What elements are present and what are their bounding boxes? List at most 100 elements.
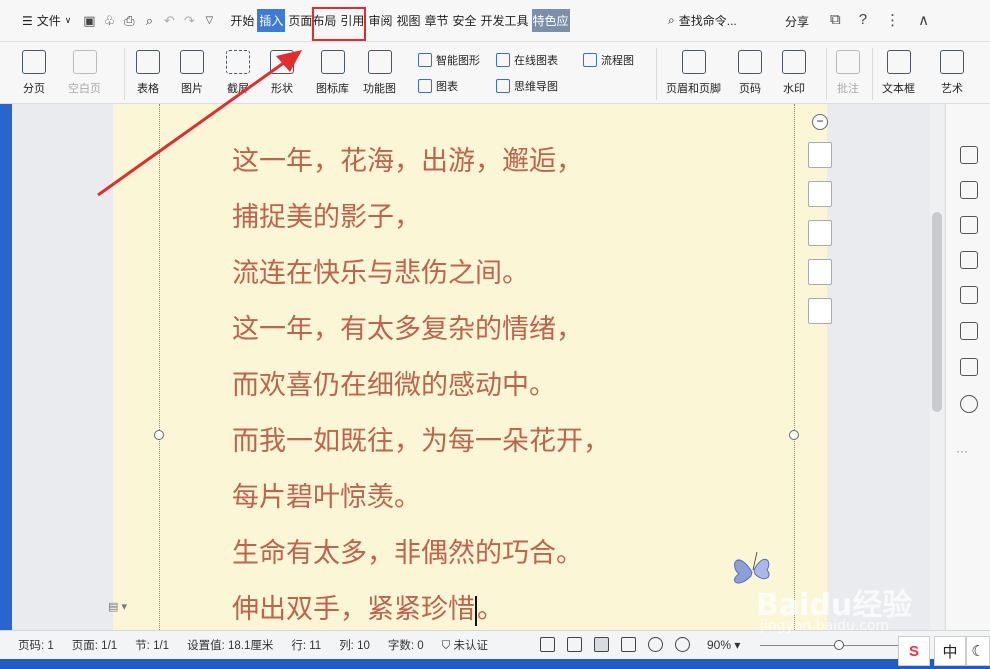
flowchart-label: 流程图 xyxy=(601,55,634,67)
style-icon[interactable] xyxy=(960,216,978,234)
shape-button[interactable]: 形状 xyxy=(270,50,294,96)
page-nav-icon[interactable]: ▤ ▾ xyxy=(108,600,127,613)
search-label: 查找命令... xyxy=(678,14,737,28)
ime-language[interactable]: 中 xyxy=(934,636,966,666)
tab-review[interactable]: 审阅 xyxy=(367,9,393,32)
shield-icon[interactable] xyxy=(960,358,978,376)
poem-line: 而我一如既往，为每一朵花开， xyxy=(232,426,610,457)
status-bar: 页码: 1 页面: 1/1 节: 1/1 设置值: 18.1厘米 行: 11 列… xyxy=(0,630,990,659)
page-number-button[interactable]: 页码 xyxy=(738,50,762,96)
tab-home[interactable]: 开始 xyxy=(229,9,255,32)
comment-button[interactable]: 批注 xyxy=(836,50,860,96)
help-circle-icon[interactable] xyxy=(960,395,978,413)
properties-icon[interactable] xyxy=(960,251,978,269)
poem-line: 这一年，花海，出游，邂逅， xyxy=(232,146,583,177)
zoom-level[interactable]: 90% ▾ xyxy=(707,638,740,652)
picture-button[interactable]: 图片 xyxy=(180,50,204,96)
icon-library-label: 图标库 xyxy=(316,83,349,95)
document-page[interactable]: 这一年，花海，出游，邂逅， 捕捉美的影子， 流连在快乐与悲伤之间。 这一年，有太… xyxy=(113,104,827,630)
status-word-count[interactable]: 字数: 0 xyxy=(388,637,424,653)
flowchart-button[interactable]: 流程图 xyxy=(583,52,634,68)
text-format-icon[interactable] xyxy=(808,142,832,168)
more-icon[interactable]: ··· xyxy=(956,444,968,458)
cloud-sync-icon[interactable]: ⧉ xyxy=(830,11,841,29)
shape-icon xyxy=(270,50,294,74)
layout-icon[interactable] xyxy=(808,298,832,324)
chart-button[interactable]: 图表 xyxy=(418,78,458,94)
scrollbar-thumb[interactable] xyxy=(932,212,942,412)
status-row: 行: 11 xyxy=(291,640,322,652)
edit-icon[interactable] xyxy=(960,146,978,164)
file-menu[interactable]: ☰ 文件 ∨ xyxy=(0,0,79,42)
view-mode-icons xyxy=(540,637,690,652)
format-painter-icon[interactable]: ♧ xyxy=(99,11,119,31)
zoom-value: 90% xyxy=(707,638,732,652)
eye-protection-icon[interactable] xyxy=(675,637,690,652)
tab-chapter[interactable]: 章节 xyxy=(423,9,449,32)
undo-icon[interactable]: ↶ xyxy=(159,11,179,31)
share-button[interactable]: 分享 xyxy=(785,13,809,30)
poem-line: 每片碧叶惊羡。 xyxy=(232,482,421,513)
function-chart-icon xyxy=(367,50,392,74)
icon-library-button[interactable]: 图标库 xyxy=(316,50,349,96)
mind-map-label: 思维导图 xyxy=(514,81,558,93)
divider xyxy=(872,48,873,100)
online-chart-button[interactable]: 在线图表 xyxy=(496,52,558,68)
insert-ribbon: 分页 空白页 表格 图片 截屏 形状 图标库 功能图 智能图形 在线图表 流程图… xyxy=(0,42,990,104)
smart-shape-button[interactable]: 智能图形 xyxy=(418,52,480,68)
watermark-label: 水印 xyxy=(783,83,805,95)
function-chart-button[interactable]: 功能图 xyxy=(363,50,396,96)
poem-line: 而欢喜仍在细微的感动中。 xyxy=(232,370,556,401)
tab-view[interactable]: 视图 xyxy=(395,9,421,32)
resize-handle-left[interactable] xyxy=(154,430,164,440)
sogou-ime-icon[interactable]: S xyxy=(898,636,930,666)
blank-page-button[interactable]: 空白页 xyxy=(68,50,101,96)
select-pointer-icon[interactable] xyxy=(960,181,978,199)
more-quick-access-icon[interactable]: ▽ xyxy=(199,11,219,31)
art-text-button[interactable]: 艺术 xyxy=(940,50,964,96)
right-side-panel: ··· xyxy=(945,104,990,630)
outline-view-icon[interactable] xyxy=(621,637,636,652)
online-chart-icon xyxy=(496,53,510,67)
tab-developer[interactable]: 开发工具 xyxy=(480,9,530,32)
left-window-edge xyxy=(0,104,12,630)
command-search[interactable]: ⌕ 查找命令... xyxy=(668,12,737,29)
fullscreen-icon[interactable] xyxy=(540,637,555,652)
brush-icon[interactable] xyxy=(808,181,832,207)
save-icon[interactable]: ▣ xyxy=(79,11,99,31)
left-margin-guide xyxy=(159,104,160,630)
web-view-icon[interactable] xyxy=(648,637,663,652)
zoom-slider-knob[interactable] xyxy=(834,640,844,650)
fill-color-icon[interactable] xyxy=(808,220,832,246)
resize-handle-right[interactable] xyxy=(789,430,799,440)
screenshot-button[interactable]: 截屏 xyxy=(226,50,250,96)
redo-icon[interactable]: ↷ xyxy=(179,11,199,31)
header-footer-button[interactable]: 页眉和页脚 xyxy=(666,50,721,96)
mind-map-button[interactable]: 思维导图 xyxy=(496,78,558,94)
table-button[interactable]: 表格 xyxy=(136,50,160,96)
print-preview-icon[interactable]: ⌕ xyxy=(139,11,159,31)
chevron-down-icon: ∨ xyxy=(64,15,72,25)
vertical-scrollbar[interactable] xyxy=(930,104,944,630)
flowchart-icon xyxy=(583,53,597,67)
tab-insert[interactable]: 插入 xyxy=(257,9,286,32)
poem-text[interactable]: 这一年，花海，出游，邂逅， 捕捉美的影子， 流连在快乐与悲伤之间。 这一年，有太… xyxy=(232,134,610,630)
status-auth[interactable]: ⛉ 未认证 xyxy=(442,637,488,653)
more-options-icon[interactable]: ⋮ xyxy=(885,11,900,29)
border-icon[interactable] xyxy=(808,259,832,285)
reading-mode-icon[interactable] xyxy=(567,637,582,652)
page-break-button[interactable]: 分页 xyxy=(22,50,46,96)
print-icon[interactable]: ⎙ xyxy=(119,11,139,31)
moon-icon[interactable]: ☾ xyxy=(966,636,990,666)
zoom-out-icon[interactable]: − xyxy=(812,114,828,130)
collapse-ribbon-icon[interactable]: ∧ xyxy=(918,11,929,29)
help-icon[interactable]: ? xyxy=(859,11,867,29)
tab-special-apps[interactable]: 特色应 xyxy=(531,9,570,32)
text-box-button[interactable]: 文本框 xyxy=(882,50,915,96)
image-icon[interactable] xyxy=(960,322,978,340)
page-view-icon[interactable] xyxy=(594,637,609,652)
tab-security[interactable]: 安全 xyxy=(451,9,477,32)
page-break-label: 分页 xyxy=(23,83,45,95)
archive-icon[interactable] xyxy=(960,286,978,304)
watermark-button[interactable]: 水印 xyxy=(782,50,806,96)
